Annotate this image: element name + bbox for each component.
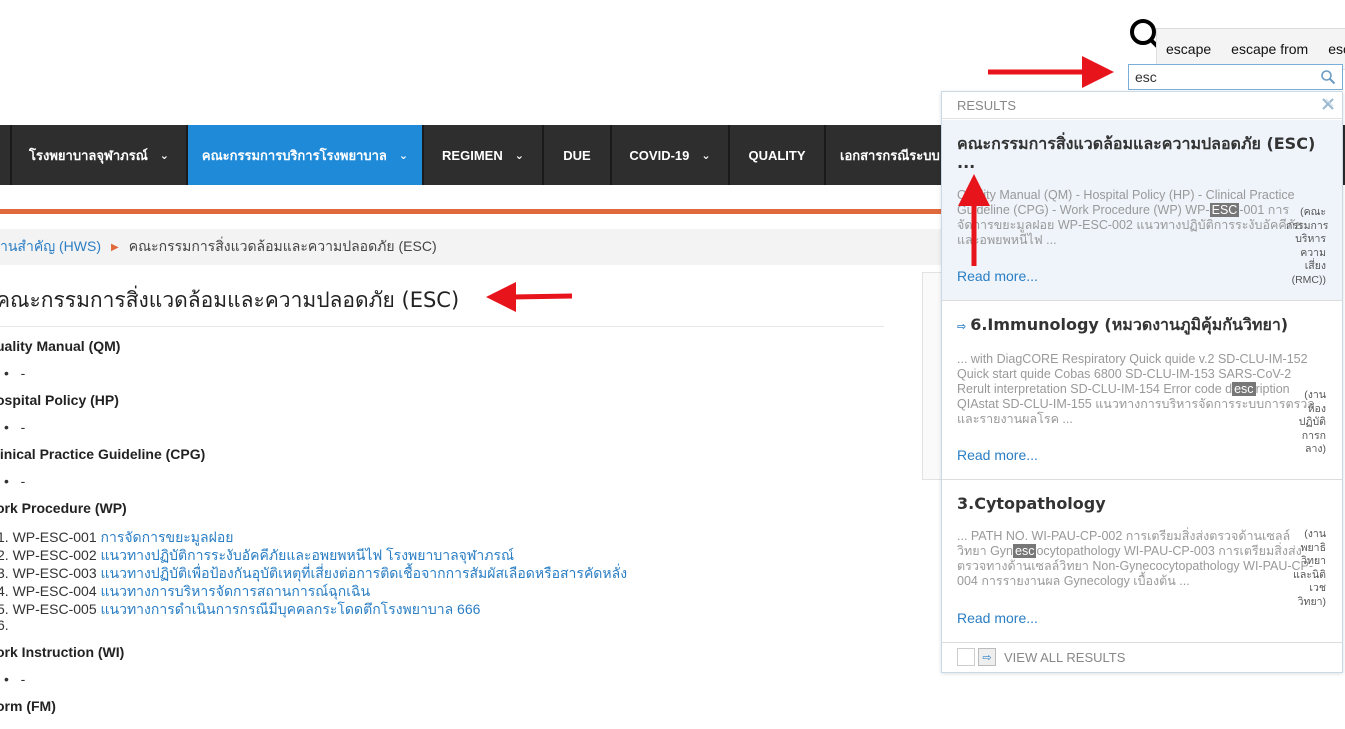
document-link[interactable]: แนวทางการบริหารจัดการสถานการณ์ฉุกเฉิน: [101, 583, 371, 599]
red-arrow-icon: [486, 282, 573, 312]
result-snippet: ... PATH NO. WI-PAU-CP-002 การเตรียมสิ่ง…: [957, 529, 1314, 588]
nav-item[interactable]: [0, 125, 12, 185]
suggestion-item[interactable]: escape from: [1231, 41, 1308, 57]
red-arrow-icon: [958, 174, 990, 266]
page-title: คณะกรรมการสิ่งแวดล้อมและความปลอดภัย (ESC…: [0, 288, 460, 312]
arrow-right-icon: ⇨: [957, 320, 967, 333]
result-title[interactable]: คณะกรรมการสิ่งแวดล้อมและความปลอดภัย (ESC…: [957, 134, 1327, 172]
nav-item-quality[interactable]: QUALITY: [730, 125, 826, 185]
search-result-item[interactable]: ⇨ 6.Immunology (หมวดงานภูมิคุ้มกันวิทยา) …: [942, 301, 1342, 480]
suggestion-item[interactable]: esc: [1328, 41, 1345, 57]
chevron-down-icon: ⌄: [514, 149, 524, 162]
breadcrumb-parent-link[interactable]: านสำคัญ (HWS): [0, 236, 101, 258]
red-arrow-icon: [988, 56, 1114, 88]
nav-item-label: QUALITY: [748, 147, 806, 163]
breadcrumb: านสำคัญ (HWS) ▶ คณะกรรมการสิ่งแวดล้อมและ…: [0, 229, 945, 265]
list-item: • -: [4, 419, 26, 435]
search-result-item[interactable]: คณะกรรมการสิ่งแวดล้อมและความปลอดภัย (ESC…: [942, 120, 1342, 301]
chevron-down-icon: ⌄: [701, 149, 711, 162]
read-more-link[interactable]: Read more...: [957, 447, 1038, 463]
view-all-results[interactable]: ⇨ VIEW ALL RESULTS: [942, 642, 1342, 672]
nav-item-label: โรงพยาบาลจุฬาภรณ์: [29, 147, 148, 163]
nav-item-label: DUE: [563, 147, 591, 163]
nav-item-label: คณะกรรมการบริการโรงพยาบาล: [201, 147, 387, 163]
search-results-dropdown: RESULTS คณะกรรมการสิ่งแวดล้อมและความปลอด…: [941, 91, 1343, 673]
section-heading-wp: ork Procedure (WP): [0, 500, 127, 516]
list-item: 6.: [0, 617, 9, 633]
read-more-link[interactable]: Read more...: [957, 610, 1038, 626]
document-link[interactable]: การจัดการขยะมูลฝอย: [101, 529, 234, 545]
read-more-link[interactable]: Read more...: [957, 268, 1038, 284]
section-heading-cpg: linical Practice Guideline (CPG): [0, 446, 206, 462]
search-icon[interactable]: [1320, 69, 1336, 85]
list-item: • -: [4, 473, 26, 489]
result-category: (คณะกรรมการบริหารความเสี่ยง (RMC)): [1286, 206, 1329, 286]
result-category: (งานพยาธิวิทยาและนิติเวชวิทยา): [1293, 528, 1326, 608]
nav-item-label: REGIMEN: [442, 147, 503, 163]
breadcrumb-separator-icon: ▶: [111, 241, 119, 253]
section-heading-qm: uality Manual (QM): [0, 338, 121, 354]
suggestion-item[interactable]: escape: [1166, 41, 1211, 57]
section-heading-hp: ospital Policy (HP): [0, 392, 119, 408]
result-snippet: Quality Manual (QM) - Hospital Policy (H…: [957, 188, 1303, 247]
checkbox[interactable]: [957, 648, 975, 666]
chevron-down-icon: ⌄: [398, 149, 409, 162]
nav-item-regimen[interactable]: REGIMEN ⌄: [424, 125, 544, 185]
section-heading-fm: orm (FM): [0, 698, 56, 714]
nav-item-label: COVID-19: [629, 147, 690, 163]
nav-item-label: เอกสารกรณีระบบ: [840, 147, 940, 163]
chevron-down-icon: ⌄: [159, 149, 169, 162]
title-divider: [0, 326, 884, 327]
document-link[interactable]: แนวทางการดำเนินการกรณีมีบุคคลกระโดดตึกโร…: [101, 601, 481, 617]
search-input[interactable]: [1129, 65, 1309, 89]
nav-item-hospital[interactable]: โรงพยาบาลจุฬาภรณ์ ⌄: [12, 125, 188, 185]
list-item: • -: [4, 365, 26, 381]
result-title[interactable]: ⇨ 6.Immunology (หมวดงานภูมิคุ้มกันวิทยา): [957, 315, 1327, 336]
search-box: [1128, 64, 1343, 90]
nav-item-covid[interactable]: COVID-19 ⌄: [612, 125, 730, 185]
nav-item-committee[interactable]: คณะกรรมการบริการโรงพยาบาล ⌄: [188, 125, 424, 185]
result-category: (งานห้องปฏิบัติการกลาง): [1298, 389, 1326, 455]
document-link[interactable]: แนวทางปฏิบัติเพื่อป้องกันอุบัติเหตุที่เส…: [101, 565, 628, 581]
section-heading-wi: ork Instruction (WI): [0, 644, 125, 660]
search-result-item[interactable]: 3.Cytopathology ... PATH NO. WI-PAU-CP-0…: [942, 480, 1342, 643]
result-title[interactable]: 3.Cytopathology: [957, 494, 1327, 513]
result-snippet: ... with DiagCORE Respiratory Quick quid…: [957, 352, 1315, 426]
close-icon[interactable]: [1321, 97, 1335, 111]
arrow-right-icon[interactable]: ⇨: [978, 648, 996, 666]
nav-item-due[interactable]: DUE: [544, 125, 612, 185]
list-item: 5. WP-ESC-005 แนวทางการดำเนินการกรณีมีบุ…: [0, 601, 481, 617]
accent-divider: [0, 209, 945, 214]
breadcrumb-current: คณะกรรมการสิ่งแวดล้อมและความปลอดภัย (ESC…: [128, 238, 437, 254]
document-link[interactable]: แนวทางปฏิบัติการระงับอัคคีภัยและอพยพหนีไ…: [101, 547, 515, 563]
results-header: RESULTS: [942, 92, 1342, 119]
list-item: • -: [4, 671, 26, 687]
